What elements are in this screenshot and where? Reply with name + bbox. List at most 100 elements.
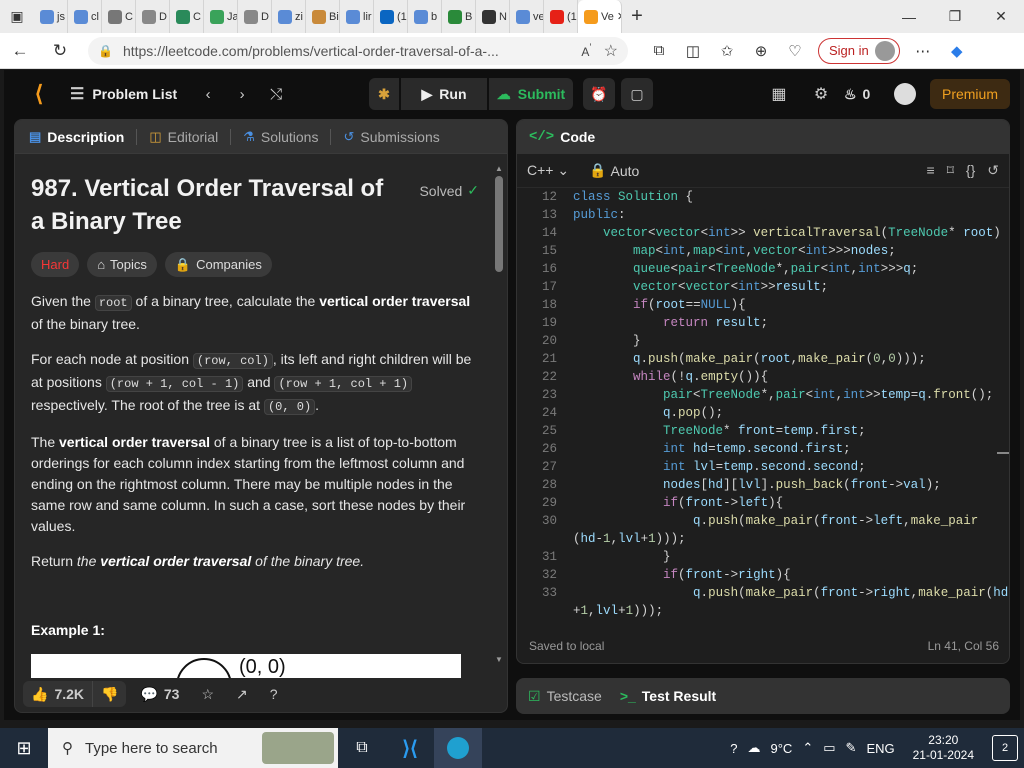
windows-start-icon[interactable]: ⊞ [0,728,48,768]
tab-favicon-icon [550,9,564,24]
tab-submissions[interactable]: ↺ Submissions [335,120,447,154]
browser-tab[interactable]: (1 [374,0,408,33]
restore-icon[interactable]: ❐ [932,0,978,33]
leetcode-logo-icon[interactable]: ⟨ [22,77,56,111]
browser-tab[interactable]: ve [510,0,544,33]
read-aloud-icon[interactable]: Aʼ [581,43,591,59]
shuffle-icon[interactable]: ⤭ [259,86,293,103]
format-icon[interactable]: ≡ [927,162,935,179]
browser-tab[interactable]: N [476,0,510,33]
example-tree-image: (0, 0) [31,654,461,678]
test-result-label: Test Result [641,688,717,704]
tab-list: jsclCDCJaDziBilir(1bBNve(1Ve✕ [34,0,622,33]
dislike-button[interactable]: 👎 [92,681,126,707]
solved-label: Solved [419,182,463,199]
test-result-tab[interactable]: >_ Test Result [620,688,716,704]
clock[interactable]: 23:20 21-01-2024 [913,733,974,763]
scroll-up-icon[interactable]: ▲ [495,164,503,173]
browser-tab[interactable]: D [136,0,170,33]
browser-tab[interactable]: b [408,0,442,33]
scrollbar-thumb[interactable] [495,176,503,272]
browser-tab[interactable]: B [442,0,476,33]
run-button[interactable]: ▶ Run [401,78,487,110]
weather-temp[interactable]: 9°C [771,741,793,756]
help-icon[interactable]: ? [262,686,286,702]
next-problem-icon[interactable]: › [225,86,259,103]
url-field[interactable]: 🔒 https://leetcode.com/problems/vertical… [88,36,628,65]
edge-icon[interactable] [434,728,482,768]
description-scrollbar[interactable]: ▲ ▼ [495,164,503,664]
reset-icon[interactable]: ↺ [987,162,999,179]
browser-essentials-icon[interactable]: ♡ [778,33,812,69]
premium-label: Premium [941,86,998,102]
back-icon[interactable]: ← [0,33,40,69]
tab-actions-icon[interactable]: ▣ [0,0,34,33]
browser-tab[interactable]: lir [340,0,374,33]
favorites-icon[interactable]: ✩ [710,33,744,69]
browser-tab[interactable]: js [34,0,68,33]
favorite-star-button[interactable]: ☆ [193,686,222,703]
browser-tab[interactable]: D [238,0,272,33]
auto-mode[interactable]: 🔒 Auto [589,162,639,179]
chevron-up-icon[interactable]: ⌃ [802,740,813,756]
sign-in-button[interactable]: Sign in [818,37,900,64]
settings-gear-icon[interactable]: ⚙ [802,78,840,110]
code-text: class Solution { [573,190,694,204]
notes-icon[interactable]: ▢ [621,78,653,110]
braces-icon[interactable]: {} [966,162,975,179]
battery-icon[interactable]: ▭ [823,740,835,756]
tab-solutions[interactable]: ⚗ Solutions [235,120,326,154]
browser-tab[interactable]: C [170,0,204,33]
code-text: queue<pair<TreeNode*,pair<int,int>>>q; [633,262,919,276]
browser-tab[interactable]: Bi [306,0,340,33]
collections-icon[interactable]: ⊕ [744,33,778,69]
code-editor[interactable]: 12 class Solution {13 public: 14 vector<vec… [517,188,1009,630]
problem-list-button[interactable]: ☰ Problem List [70,84,177,104]
tab-description[interactable]: ▤ Description [21,120,132,154]
submit-button[interactable]: ☁ Submit [489,78,573,110]
copilot-icon[interactable]: ◆ [940,33,974,69]
companies-tag[interactable]: 🔒 Companies [164,252,272,277]
new-tab-button[interactable]: + [622,0,652,33]
tab-editorial[interactable]: ◫ Editorial [141,120,226,154]
help-icon[interactable]: ? [730,741,737,756]
browser-tab[interactable]: Ve✕ [578,0,622,33]
language-indicator[interactable]: ENG [866,741,894,756]
refresh-icon[interactable]: ↻ [40,33,80,69]
browser-tab[interactable]: cl [68,0,102,33]
bookmark-icon[interactable]: ⌑ [947,162,954,179]
browser-tab[interactable]: Ja [204,0,238,33]
premium-button[interactable]: Premium [929,79,1010,109]
pen-icon[interactable]: ✎ [846,740,857,756]
testcase-tab[interactable]: ☑ Testcase [528,688,602,705]
language-select[interactable]: C++ ⌄ [527,162,569,179]
share-icon[interactable]: ↗ [228,686,256,703]
browser-tab[interactable]: zi [272,0,306,33]
prev-problem-icon[interactable]: ‹ [191,86,225,103]
code-title: Code [560,129,596,145]
user-avatar[interactable] [893,83,916,105]
streak-counter[interactable]: ♨ 0 [844,86,884,103]
code-line: 13 public: [517,206,1009,224]
vscode-icon[interactable]: ⟩⟨ [386,728,434,768]
minimize-icon[interactable]: — [886,0,932,33]
debug-icon[interactable]: ✱ [369,78,399,110]
like-button[interactable]: 👍 7.2K [23,681,92,707]
favorite-star-icon[interactable]: ☆ [604,41,618,61]
tab-favicon-icon [40,9,54,24]
scroll-down-icon[interactable]: ▼ [495,655,503,664]
split-screen-icon[interactable]: ◫ [676,33,710,69]
code-line: 19 return result; [517,314,1009,332]
comments-button[interactable]: 💬 73 [132,686,187,703]
notifications-icon[interactable]: 2 [992,735,1018,761]
taskbar-search[interactable]: ⚲ Type here to search [48,728,338,768]
timer-icon[interactable]: ⏰ [583,78,615,110]
layout-icon[interactable]: ▦ [760,78,798,110]
extensions-icon[interactable]: ⧉ [642,33,676,69]
topics-tag[interactable]: ⌂ Topics [87,252,157,277]
close-window-icon[interactable]: ✕ [978,0,1024,33]
browser-tab[interactable]: (1 [544,0,578,33]
task-view-icon[interactable]: ⧉ [338,728,386,768]
more-menu-icon[interactable]: ⋯ [906,33,940,69]
browser-tab[interactable]: C [102,0,136,33]
